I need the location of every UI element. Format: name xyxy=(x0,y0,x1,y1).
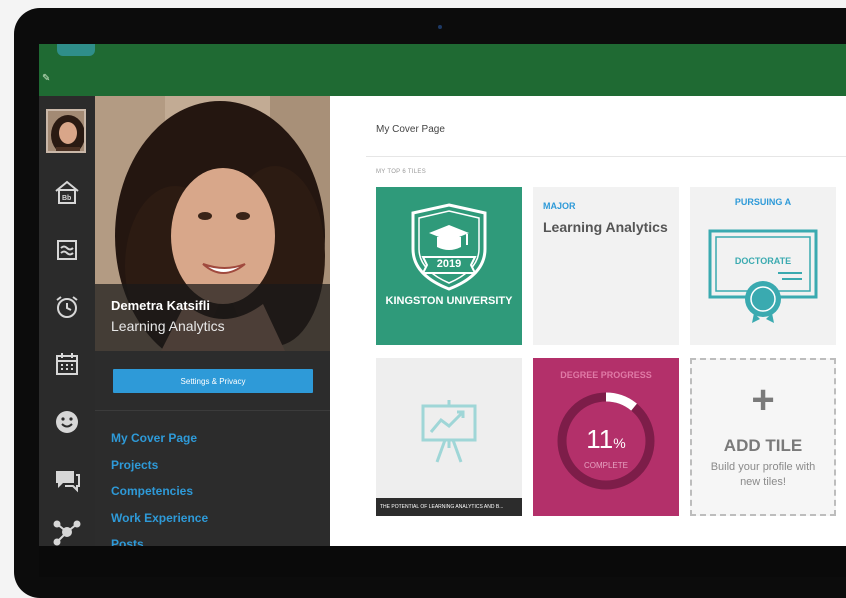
nav-item-competencies[interactable]: Competencies xyxy=(111,484,208,511)
chat-icon[interactable] xyxy=(53,466,81,494)
profile-name-overlay: Demetra Katsifli Learning Analytics xyxy=(95,284,330,351)
profile-nav: My Cover Page Projects Competencies Work… xyxy=(111,431,208,546)
tiles-section-label: MY TOP 6 TILES xyxy=(376,169,427,175)
university-name: KINGSTON UNIVERSITY xyxy=(385,295,513,307)
nav-item-projects[interactable]: Projects xyxy=(111,458,208,485)
diploma-icon xyxy=(708,229,818,323)
major-value: Learning Analytics xyxy=(543,219,668,235)
profile-panel: Demetra Katsifli Learning Analytics Sett… xyxy=(95,96,330,546)
avatar[interactable] xyxy=(46,109,86,153)
icon-rail: Bb xyxy=(39,96,95,546)
major-label: MAJOR xyxy=(543,201,576,211)
smiley-icon[interactable] xyxy=(53,408,81,436)
diploma-text: DOCTORATE xyxy=(734,256,792,266)
tile-project[interactable]: THE POTENTIAL OF LEARNING ANALYTICS AND … xyxy=(376,358,522,516)
screen: ✎ Bb Demetra Katsifli Learning Analytics… xyxy=(39,44,846,546)
settings-privacy-button[interactable]: Settings & Privacy xyxy=(113,369,313,393)
alarm-clock-icon[interactable] xyxy=(53,293,81,321)
network-icon[interactable] xyxy=(53,518,81,546)
pencil-icon[interactable]: ✎ xyxy=(42,73,50,84)
tile-major[interactable]: MAJOR Learning Analytics xyxy=(533,187,679,345)
nav-item-work-experience[interactable]: Work Experience xyxy=(111,511,208,538)
tile-university[interactable]: 2019 KINGSTON UNIVERSITY xyxy=(376,187,522,345)
svg-text:Bb: Bb xyxy=(62,195,71,202)
presentation-chart-icon xyxy=(421,400,477,463)
profile-name: Demetra Katsifli xyxy=(111,298,210,313)
top-bar: ✎ xyxy=(39,44,846,96)
tile-degree-progress[interactable]: DEGREE PROGRESS 11% COMPLETE xyxy=(533,358,679,516)
profile-photo: Demetra Katsifli Learning Analytics xyxy=(95,96,330,351)
page-title: My Cover Page xyxy=(376,124,445,135)
nav-item-posts[interactable]: Posts xyxy=(111,537,208,546)
plus-icon: + xyxy=(751,378,775,422)
university-year: 2019 xyxy=(436,258,462,270)
project-caption: THE POTENTIAL OF LEARNING ANALYTICS AND … xyxy=(376,498,522,516)
logo-tab[interactable] xyxy=(57,44,95,56)
nav-item-my-cover-page[interactable]: My Cover Page xyxy=(111,431,208,458)
add-tile-subtitle: Build your profile with new tiles! xyxy=(710,461,816,488)
profile-program: Learning Analytics xyxy=(111,318,225,334)
tile-add[interactable]: + ADD TILE Build your profile with new t… xyxy=(690,358,836,516)
pursuing-label: PURSUING A xyxy=(734,197,792,207)
calendar-icon[interactable] xyxy=(53,350,81,378)
heading-divider xyxy=(366,156,846,157)
add-tile-title: ADD TILE xyxy=(723,436,803,455)
nav-divider xyxy=(95,410,330,411)
tile-pursuing[interactable]: PURSUING A DOCTORATE xyxy=(690,187,836,345)
bezel-bottom xyxy=(39,546,846,577)
home-bb-icon[interactable]: Bb xyxy=(53,178,81,206)
progress-label: DEGREE PROGRESS xyxy=(560,370,652,380)
progress-value: 11% xyxy=(586,424,626,454)
main-content: My Cover Page MY TOP 6 TILES 2019 KINGST… xyxy=(330,96,846,546)
webcam xyxy=(438,25,442,29)
shield-badge-icon xyxy=(411,203,487,291)
progress-status: COMPLETE xyxy=(583,461,628,470)
courses-icon[interactable] xyxy=(53,236,81,264)
